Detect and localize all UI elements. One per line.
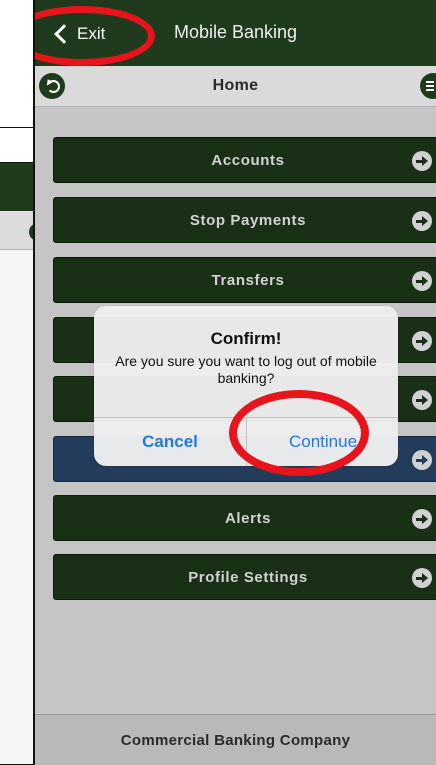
footer-company-name: Commercial Banking Company bbox=[35, 714, 436, 765]
hamburger-menu-icon[interactable] bbox=[420, 73, 436, 99]
cancel-button[interactable]: Cancel bbox=[94, 418, 246, 466]
dialog-title: Confirm! bbox=[210, 329, 282, 348]
dialog-message: Are you sure you want to log out of mobi… bbox=[115, 353, 377, 386]
page-title: Home bbox=[212, 77, 259, 94]
phone-screen: Exit Mobile Banking Home Accounts Stop P… bbox=[33, 0, 436, 765]
annotation-circle-continue bbox=[229, 390, 369, 476]
page-header: Home bbox=[35, 66, 436, 107]
